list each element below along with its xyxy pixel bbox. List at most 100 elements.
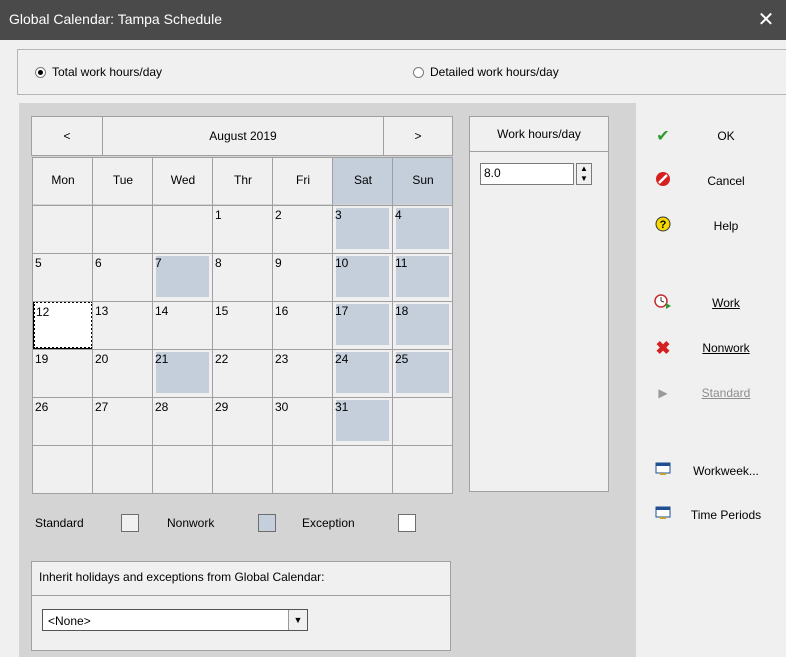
legend-exception-swatch [398,514,416,532]
calendar-day-cell[interactable]: 18 [393,301,453,349]
grid-line [32,205,453,206]
title-bar: Global Calendar: Tampa Schedule ✕ [0,0,786,40]
prev-month-button[interactable]: < [31,116,103,156]
nonwork-label: Nonwork [676,341,786,355]
work-hours-spinner[interactable]: ▲ ▼ [576,163,592,185]
calendar-day-cell[interactable]: 6 [93,253,153,301]
calendar-day-cell[interactable] [33,205,93,253]
day-number: 1 [215,208,222,222]
help-icon: ? [650,216,676,237]
calendar-day-cell[interactable]: 22 [213,349,273,397]
calendar-day-cell[interactable] [93,205,153,253]
calendar-day-cell[interactable]: 24 [333,349,393,397]
chevron-down-icon[interactable]: ▼ [288,610,307,630]
spin-down-icon[interactable]: ▼ [577,174,591,184]
legend-exception-label: Exception [302,516,355,530]
day-number: 14 [155,304,169,318]
grid-line [332,157,333,493]
calendar-day-cell[interactable]: 20 [93,349,153,397]
calendar-day-cell[interactable] [393,445,453,493]
calendar-day-cell[interactable]: 25 [393,349,453,397]
calendar-day-cell[interactable]: 2 [273,205,333,253]
day-number: 20 [95,352,109,366]
calendar-day-cell[interactable]: 13 [93,301,153,349]
calendar-day-cell[interactable]: 17 [333,301,393,349]
calendar-day-cell[interactable]: 10 [333,253,393,301]
day-number: 18 [395,304,409,318]
help-button[interactable]: ? Help [646,208,786,244]
cancel-label: Cancel [707,174,745,188]
grid-line [452,157,453,493]
day-header-mon: Mon [33,157,93,204]
calendar-day-cell[interactable] [393,397,453,445]
calendar-day-cell[interactable]: 19 [33,349,93,397]
grid-line [32,157,33,493]
total-hours-radio[interactable]: Total work hours/day [35,65,162,79]
calendar-day-cell[interactable] [93,445,153,493]
calendar-day-cell[interactable] [153,205,213,253]
day-number: 8 [215,256,222,270]
standard-button[interactable]: ▶ Standard [646,375,786,411]
spin-up-icon[interactable]: ▲ [577,164,591,174]
inherit-label: Inherit holidays and exceptions from Glo… [39,570,325,584]
grid-line [32,493,453,494]
time-periods-button[interactable]: Time Periods [646,497,786,533]
day-header-tue: Tue [93,157,153,204]
window-title: Global Calendar: Tampa Schedule [9,11,222,27]
calendar-day-cell[interactable]: 7 [153,253,213,301]
calendar-day-cell[interactable]: 3 [333,205,393,253]
calendar-day-cell[interactable] [273,445,333,493]
calendar-day-cell[interactable] [333,445,393,493]
calendar-day-cell[interactable]: 12 [33,301,93,349]
help-label: Help [713,219,739,233]
calendar-day-cell[interactable]: 15 [213,301,273,349]
calendar-day-cell[interactable]: 1 [213,205,273,253]
ok-button[interactable]: ✔ OK [646,118,786,154]
day-number: 5 [35,256,42,270]
detailed-hours-radio[interactable]: Detailed work hours/day [413,65,559,79]
calendar-day-cell[interactable]: 27 [93,397,153,445]
detailed-hours-label: Detailed work hours/day [430,65,559,79]
day-header-sat: Sat [333,157,393,204]
grid-line [92,157,93,493]
next-month-button[interactable]: > [383,116,453,156]
total-hours-label: Total work hours/day [52,65,163,79]
calendar-day-cell[interactable]: 31 [333,397,393,445]
grid-line [32,253,453,254]
calendar-day-cell[interactable]: 5 [33,253,93,301]
calendar-day-cell[interactable]: 4 [393,205,453,253]
day-number: 3 [335,208,342,222]
workweek-button[interactable]: Workweek... [646,453,786,489]
calendar-day-cell[interactable]: 21 [153,349,213,397]
radio-selected-icon[interactable] [35,66,46,78]
calendar-day-cell[interactable] [213,445,273,493]
day-number: 19 [35,352,49,366]
calendar-day-cell[interactable]: 11 [393,253,453,301]
radio-unselected-icon[interactable] [413,66,424,78]
day-number: 7 [155,256,162,270]
calendar-day-cell[interactable]: 23 [273,349,333,397]
day-header-sun: Sun [393,157,453,204]
cancel-icon [650,171,676,192]
calendar-day-cell[interactable]: 29 [213,397,273,445]
calendar-day-cell[interactable]: 28 [153,397,213,445]
calendar-day-cell[interactable]: 16 [273,301,333,349]
calendar-day-cell[interactable]: 9 [273,253,333,301]
day-number: 16 [275,304,289,318]
grid-line [32,349,453,350]
calendar-day-cell[interactable] [33,445,93,493]
day-number: 15 [215,304,229,318]
day-header-thr: Thr [213,157,273,204]
legend-nonwork-label: Nonwork [167,516,215,530]
nonwork-button[interactable]: ✖ Nonwork [646,330,786,366]
work-button[interactable]: Work [646,285,786,321]
calendar-day-cell[interactable]: 8 [213,253,273,301]
calendar-day-cell[interactable]: 14 [153,301,213,349]
calendar-day-cell[interactable] [153,445,213,493]
cancel-button[interactable]: Cancel [646,163,786,199]
close-icon[interactable]: ✕ [746,0,786,40]
inherit-calendar-select[interactable]: <None> ▼ [42,609,308,631]
calendar-day-cell[interactable]: 30 [273,397,333,445]
work-hours-input[interactable]: 8.0 [480,163,574,185]
calendar-day-cell[interactable]: 26 [33,397,93,445]
